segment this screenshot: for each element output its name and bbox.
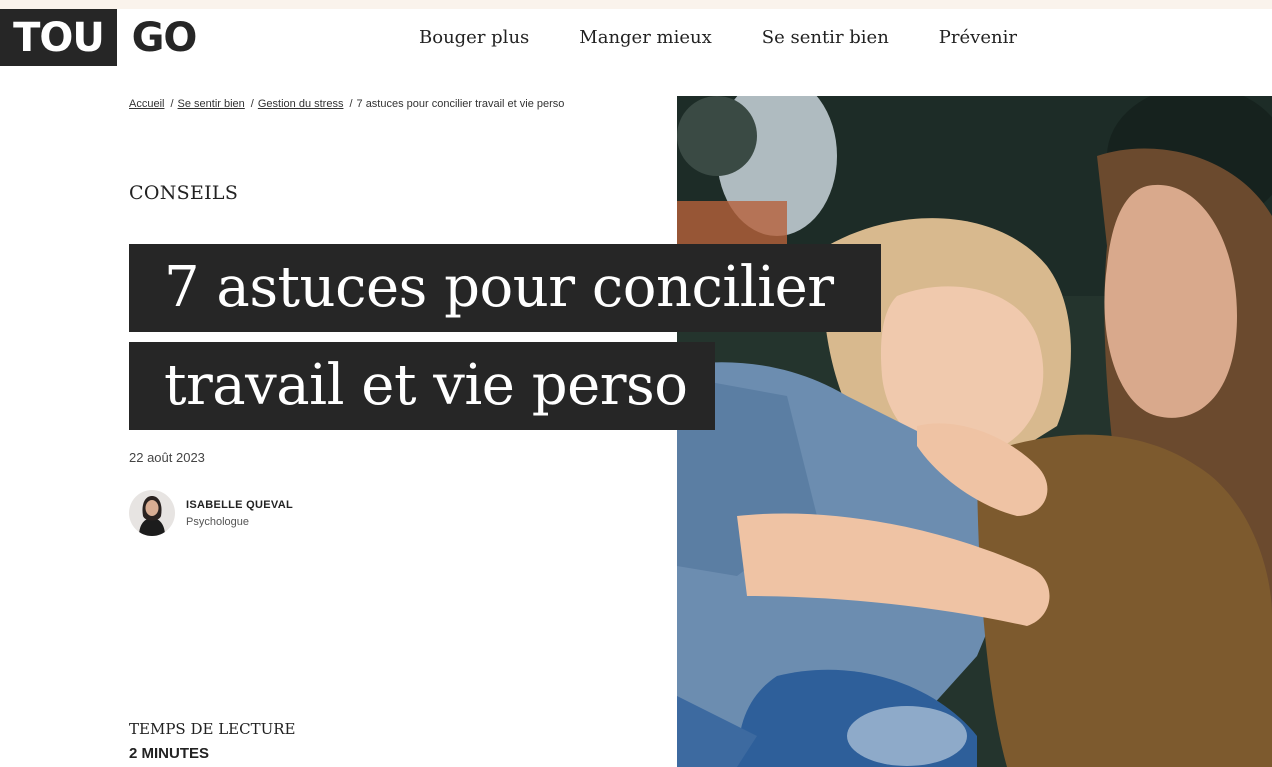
article-date: 22 août 2023 [129, 450, 205, 465]
breadcrumb-separator: / [250, 98, 254, 110]
breadcrumb-link-se-sentir-bien[interactable]: Se sentir bien [178, 98, 245, 110]
author-role: Psychologue [186, 515, 249, 528]
reading-time-label: TEMPS DE LECTURE [129, 720, 296, 738]
article-category: CONSEILS [129, 182, 239, 204]
top-strip [0, 0, 1272, 9]
author-name[interactable]: ISABELLE QUEVAL [186, 499, 293, 511]
hero-image [677, 96, 1272, 767]
nav-item-prevenir[interactable]: Prévenir [939, 27, 1017, 48]
article-title-line-2: travail et vie perso [129, 342, 715, 430]
author-block[interactable]: ISABELLE QUEVAL Psychologue [129, 490, 293, 536]
nav-item-bouger-plus[interactable]: Bouger plus [419, 27, 529, 48]
breadcrumb-current: 7 astuces pour concilier travail et vie … [356, 98, 565, 110]
breadcrumb-link-gestion-du-stress[interactable]: Gestion du stress [258, 98, 344, 110]
nav-item-se-sentir-bien[interactable]: Se sentir bien [762, 27, 889, 48]
reading-time-value: 2 MINUTES [129, 745, 210, 762]
article-title-line-1: 7 astuces pour concilier [129, 244, 881, 332]
main-nav: Bouger plus Manger mieux Se sentir bien … [419, 9, 1017, 66]
breadcrumb-separator: / [170, 98, 174, 110]
logo-part-tou: TOU [0, 9, 117, 66]
site-logo[interactable]: TOU GO [0, 9, 211, 66]
author-info: ISABELLE QUEVAL Psychologue [186, 499, 293, 528]
avatar [129, 490, 175, 536]
breadcrumb-separator: / [349, 98, 353, 110]
breadcrumb: Accueil / Se sentir bien / Gestion du stress… [129, 98, 564, 110]
breadcrumb-link-accueil[interactable]: Accueil [129, 98, 164, 110]
logo-part-go: GO [131, 14, 198, 61]
nav-item-manger-mieux[interactable]: Manger mieux [579, 27, 711, 48]
